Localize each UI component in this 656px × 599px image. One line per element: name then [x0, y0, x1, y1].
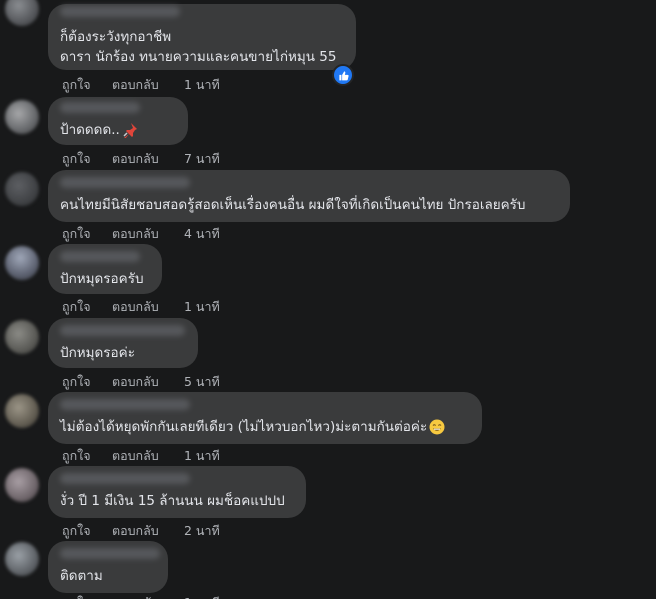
- pushpin-emoji: [123, 123, 137, 138]
- comment-text-line: ป้าดดดด..: [60, 121, 138, 139]
- timestamp[interactable]: 1 นาที: [184, 297, 220, 317]
- reply-button[interactable]: ตอบกลับ: [112, 224, 184, 244]
- commenter-name[interactable]: [60, 399, 190, 410]
- comment-text-line: ติดตาม: [60, 568, 103, 584]
- comment-text-line: งั่ว ปี 1 มีเงิน 15 ล้านนน ผมช็อคแปปป: [60, 493, 285, 509]
- comment-bubble: ป้าดดดด..: [48, 97, 188, 145]
- reply-button[interactable]: ตอบกลับ: [112, 521, 184, 541]
- avatar[interactable]: [5, 100, 39, 134]
- comment-actions: ถูกใจ ตอบกลับ 1 นาที: [62, 593, 220, 599]
- comment-text-line: คนไทยมีนิสัยชอบสอดรู้สอดเห็นเรื่องคนอื่น…: [60, 197, 526, 213]
- like-button[interactable]: ถูกใจ: [62, 521, 112, 541]
- reply-button[interactable]: ตอบกลับ: [112, 593, 184, 599]
- reply-button[interactable]: ตอบกลับ: [112, 372, 184, 392]
- avatar[interactable]: [5, 542, 39, 576]
- comment-actions: ถูกใจ ตอบกลับ 1 นาที: [62, 75, 220, 95]
- comment-text-line: ก็ต้องระวังทุกอาชีพ: [60, 29, 172, 45]
- avatar[interactable]: [5, 320, 39, 354]
- timestamp[interactable]: 1 นาที: [184, 75, 220, 95]
- comment-actions: ถูกใจ ตอบกลับ 4 นาที: [62, 224, 220, 244]
- comment-text: ป้าดดดด..: [60, 122, 120, 138]
- commenter-name[interactable]: [60, 473, 190, 484]
- comment-text-line: ปักหมุดรอครับ: [60, 271, 144, 287]
- like-button[interactable]: ถูกใจ: [62, 75, 112, 95]
- like-button[interactable]: ถูกใจ: [62, 224, 112, 244]
- comment-actions: ถูกใจ ตอบกลับ 2 นาที: [62, 521, 220, 541]
- timestamp[interactable]: 1 นาที: [184, 593, 220, 599]
- commenter-name[interactable]: [60, 102, 140, 113]
- comment-bubble: ปักหมุดรอครับ: [48, 244, 162, 294]
- timestamp[interactable]: 5 นาที: [184, 372, 220, 392]
- like-button[interactable]: ถูกใจ: [62, 372, 112, 392]
- reply-button[interactable]: ตอบกลับ: [112, 297, 184, 317]
- like-button[interactable]: ถูกใจ: [62, 446, 112, 466]
- thumbs-up-icon: [338, 70, 349, 80]
- avatar[interactable]: [5, 172, 39, 206]
- commenter-name[interactable]: [60, 548, 160, 559]
- comment-actions: ถูกใจ ตอบกลับ 5 นาที: [62, 372, 220, 392]
- comment-actions: ถูกใจ ตอบกลับ 1 นาที: [62, 446, 220, 466]
- like-reaction-icon[interactable]: [332, 64, 354, 86]
- like-button[interactable]: ถูกใจ: [62, 149, 112, 169]
- commenter-name[interactable]: [60, 251, 140, 262]
- commenter-name[interactable]: [60, 325, 185, 336]
- avatar[interactable]: [5, 0, 39, 26]
- comment-bubble: ไม่ต้องได้หยุดพักกันเลยทีเดียว (ไม่ไหวบอ…: [48, 392, 482, 444]
- comment-actions: ถูกใจ ตอบกลับ 1 นาที: [62, 297, 220, 317]
- timestamp[interactable]: 2 นาที: [184, 521, 220, 541]
- comment-text-line: ปักหมุดรอค่ะ: [60, 345, 135, 361]
- avatar[interactable]: [5, 246, 39, 280]
- comment-text: ไม่ต้องได้หยุดพักกันเลยทีเดียว (ไม่ไหวบอ…: [60, 419, 428, 435]
- comment-actions: ถูกใจ ตอบกลับ 7 นาที: [62, 149, 220, 169]
- timestamp[interactable]: 7 นาที: [184, 149, 220, 169]
- smiling-face-emoji: [429, 419, 445, 435]
- comment-text-line: ไม่ต้องได้หยุดพักกันเลยทีเดียว (ไม่ไหวบอ…: [60, 418, 445, 436]
- avatar[interactable]: [5, 468, 39, 502]
- timestamp[interactable]: 1 นาที: [184, 446, 220, 466]
- comment-bubble: คนไทยมีนิสัยชอบสอดรู้สอดเห็นเรื่องคนอื่น…: [48, 170, 570, 222]
- comment-bubble: งั่ว ปี 1 มีเงิน 15 ล้านนน ผมช็อคแปปป: [48, 466, 306, 518]
- timestamp[interactable]: 4 นาที: [184, 224, 220, 244]
- comment-bubble: ติดตาม: [48, 541, 168, 593]
- commenter-name[interactable]: [60, 177, 190, 188]
- comment-text-line: ดารา นักร้อง ทนายความและคนขายไก่หมุน 55: [60, 49, 337, 65]
- like-button[interactable]: ถูกใจ: [62, 297, 112, 317]
- reply-button[interactable]: ตอบกลับ: [112, 446, 184, 466]
- reply-button[interactable]: ตอบกลับ: [112, 149, 184, 169]
- avatar[interactable]: [5, 394, 39, 428]
- like-button[interactable]: ถูกใจ: [62, 593, 112, 599]
- comment-bubble: ปักหมุดรอค่ะ: [48, 318, 198, 368]
- reply-button[interactable]: ตอบกลับ: [112, 75, 184, 95]
- commenter-name[interactable]: [60, 6, 180, 17]
- comment-bubble: ก็ต้องระวังทุกอาชีพ ดารา นักร้อง ทนายควา…: [48, 4, 356, 70]
